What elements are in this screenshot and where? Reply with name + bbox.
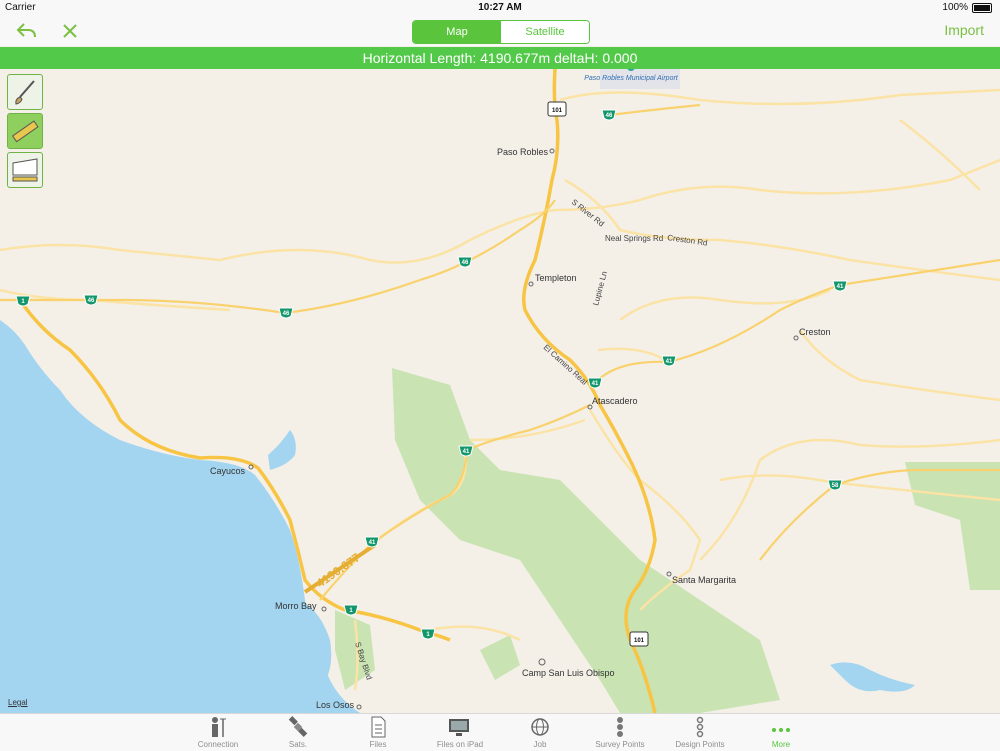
navigation-bar: Map Satellite Import — [0, 16, 1000, 46]
shield-41-d: 41 — [458, 445, 474, 457]
tab-connection[interactable]: Connection — [178, 714, 258, 751]
place-templeton: Templeton — [535, 273, 577, 283]
file-icon — [371, 716, 386, 738]
shield-58: 58 — [827, 479, 843, 491]
map-view[interactable]: 4190.677 Paso Robles Municipal Airport P… — [0, 69, 1000, 713]
place-paso-robles: Paso Robles — [497, 147, 549, 157]
battery-percent: 100% — [942, 2, 968, 13]
tab-more[interactable]: More — [741, 714, 821, 751]
shield-1-a: 1 — [15, 295, 31, 307]
ruler-tool-button[interactable] — [7, 113, 43, 149]
svg-text:41: 41 — [666, 359, 673, 365]
battery-indicator: 100% — [942, 2, 992, 13]
legal-link[interactable]: Legal — [8, 698, 28, 707]
tab-label: Files — [369, 740, 387, 749]
measurement-info-bar: Horizontal Length: 4190.677m deltaH: 0.0… — [0, 47, 1000, 69]
shield-1-c: 1 — [420, 628, 436, 640]
shield-101-south: 101 — [629, 631, 649, 647]
design-points-icon — [696, 716, 704, 738]
import-button[interactable]: Import — [944, 22, 984, 38]
svg-text:41: 41 — [837, 284, 844, 290]
monitor-icon — [449, 719, 469, 736]
battery-icon — [972, 2, 992, 13]
tab-label: Files on iPad — [436, 740, 484, 749]
svg-text:101: 101 — [634, 638, 645, 644]
map-type-segmented-control: Map Satellite — [412, 20, 590, 44]
svg-text:46: 46 — [606, 113, 613, 119]
tab-label: Sats. — [288, 740, 308, 749]
tab-label: Job — [533, 740, 547, 749]
svg-text:41: 41 — [369, 540, 376, 546]
place-santa-margarita: Santa Margarita — [672, 575, 736, 585]
shield-46-b: 46 — [457, 256, 473, 268]
tab-label: Design Points — [675, 740, 725, 749]
shield-41-a: 41 — [832, 280, 848, 292]
area-ruler-icon — [12, 158, 38, 182]
shield-101-north: 101 — [547, 101, 567, 117]
shield-41-c: 41 — [587, 377, 603, 389]
place-cayucos: Cayucos — [210, 466, 246, 476]
svg-text:41: 41 — [463, 449, 470, 455]
brush-tool-button[interactable] — [7, 74, 43, 110]
tab-files-on-ipad[interactable]: Files on iPad — [420, 714, 500, 751]
more-icon — [772, 728, 790, 732]
satellite-icon — [288, 716, 308, 737]
segment-satellite[interactable]: Satellite — [501, 21, 589, 43]
tab-bar: Connection Sats. Files Files on iPad Job… — [0, 713, 1000, 751]
shield-41-b: 41 — [661, 355, 677, 367]
tab-job[interactable]: Job — [500, 714, 580, 751]
place-camp-san-luis-obispo: Camp San Luis Obispo — [522, 668, 615, 678]
area-tool-button[interactable] — [7, 152, 43, 188]
tab-design-points[interactable]: Design Points — [660, 714, 740, 751]
segment-map[interactable]: Map — [413, 21, 501, 43]
place-atascadero: Atascadero — [592, 396, 638, 406]
place-creston: Creston — [799, 327, 831, 337]
svg-text:58: 58 — [832, 483, 839, 489]
points-icon — [617, 717, 623, 737]
place-los-osos: Los Osos — [316, 700, 355, 710]
svg-text:41: 41 — [592, 381, 599, 387]
road-neal-springs-rd: Neal Springs Rd — [605, 234, 663, 243]
ruler-icon — [11, 120, 39, 143]
airport-label: Paso Robles Municipal Airport — [584, 75, 679, 82]
shield-46-d: 46 — [278, 307, 294, 319]
surveyor-icon — [212, 717, 226, 737]
tab-label: Connection — [197, 740, 239, 749]
map-canvas[interactable]: 4190.677 Paso Robles Municipal Airport P… — [0, 69, 1000, 713]
globe-icon — [531, 718, 549, 736]
shield-1-b: 1 — [343, 604, 359, 616]
shield-46-c: 46 — [83, 294, 99, 306]
tab-files[interactable]: Files — [338, 714, 418, 751]
undo-icon[interactable] — [14, 19, 38, 43]
tab-survey-points[interactable]: Survey Points — [580, 714, 660, 751]
status-bar: Carrier 10:27 AM 100% — [0, 0, 1000, 16]
svg-text:46: 46 — [88, 298, 95, 304]
shield-41-e: 41 — [364, 536, 380, 548]
shield-46-a: 46 — [601, 109, 617, 121]
brush-icon — [15, 80, 35, 105]
tab-label: More — [771, 740, 791, 749]
svg-text:46: 46 — [462, 260, 469, 266]
close-icon[interactable] — [58, 19, 82, 43]
tab-sats[interactable]: Sats. — [258, 714, 338, 751]
tab-label: Survey Points — [595, 740, 645, 749]
svg-text:46: 46 — [283, 311, 290, 317]
svg-text:101: 101 — [552, 108, 563, 114]
place-morro-bay: Morro Bay — [275, 601, 317, 611]
clock: 10:27 AM — [478, 2, 522, 13]
